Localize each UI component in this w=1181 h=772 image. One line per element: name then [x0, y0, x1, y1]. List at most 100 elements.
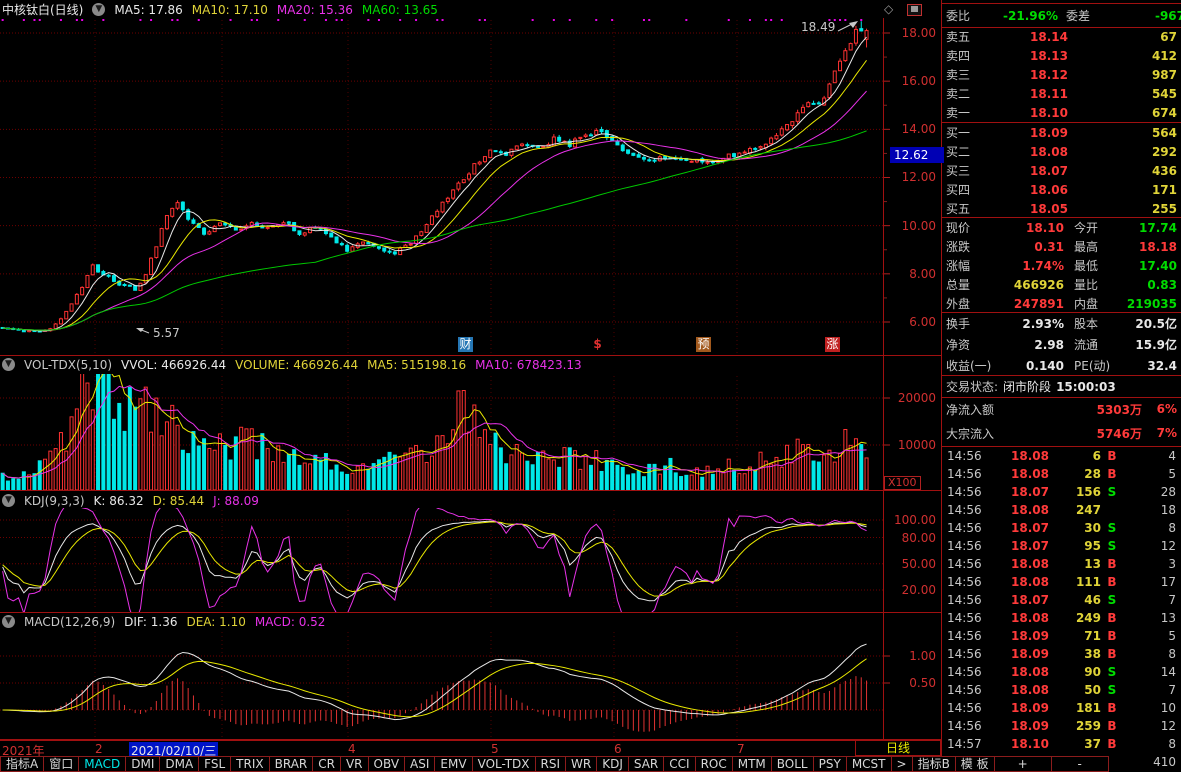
axis-price-tag: 12.62	[890, 147, 944, 163]
toolbar-item-7[interactable]: BRAR	[270, 756, 314, 772]
toolbar-item-13[interactable]: VOL-TDX	[473, 756, 536, 772]
ask-volume: 67	[1068, 30, 1177, 44]
toolbar-item-18[interactable]: CCI	[664, 756, 695, 772]
date-axis-label-3: 4	[348, 742, 356, 756]
price-axis-label: 6.00	[883, 315, 936, 329]
toolbar-item-20[interactable]: MTM	[733, 756, 772, 772]
chevron-down-icon[interactable]: ▼	[92, 3, 105, 16]
tick-price: 18.08	[987, 665, 1049, 679]
main-header-item-2: MA20: 15.36	[277, 3, 353, 17]
tick-price: 18.08	[987, 575, 1049, 589]
tick-price: 18.09	[987, 647, 1049, 661]
kdj-pane-header: ▼ KDJ(9,3,3)K: 86.32D: 85.44J: 88.09	[2, 492, 259, 509]
tick-count: 3	[1123, 557, 1176, 571]
quote-label: 内盘	[1064, 295, 1120, 312]
diamond-icon[interactable]: ◇	[884, 2, 893, 16]
tick-list[interactable]: 14:5618.086B414:5618.0828B514:5618.07156…	[942, 447, 1181, 771]
toolbar-item-17[interactable]: SAR	[629, 756, 664, 772]
toolbar-item-6[interactable]: TRIX	[231, 756, 269, 772]
tick-volume: 13	[1049, 557, 1101, 571]
tick-row: 14:5618.08249B13	[942, 609, 1181, 627]
toolbar-item-22[interactable]: PSY	[814, 756, 847, 772]
toolbar-item-15[interactable]: WR	[566, 756, 597, 772]
tick-price: 18.08	[987, 557, 1049, 571]
bid-row-2[interactable]: 买二18.08292	[942, 142, 1181, 161]
ask-row-3[interactable]: 卖三18.12987	[942, 65, 1181, 84]
tick-side: S	[1101, 665, 1123, 679]
ask-price: 18.13	[992, 49, 1068, 63]
quote-value: 0.140	[994, 359, 1064, 373]
date-axis-label-1: 2	[95, 742, 103, 756]
ask-levels: 卖五18.1467卖四18.13412卖三18.12987卖二18.11545卖…	[942, 27, 1181, 122]
tick-volume: 181	[1049, 701, 1101, 715]
toolbar-item-10[interactable]: OBV	[369, 756, 406, 772]
tick-time: 14:57	[947, 737, 987, 751]
bid-row-5[interactable]: 买五18.05255	[942, 199, 1181, 218]
bid-price: 18.06	[992, 183, 1068, 197]
tick-price: 18.07	[987, 485, 1049, 499]
toolbar-item-16[interactable]: KDJ	[597, 756, 629, 772]
macd-header-item-0: MACD(12,26,9)	[24, 615, 115, 629]
toolbar-item-21[interactable]: BOLL	[772, 756, 814, 772]
tick-volume: 71	[1049, 629, 1101, 643]
date-axis: 2021年22021/02/10/三4567	[0, 740, 941, 757]
tick-price: 18.08	[987, 503, 1049, 517]
bid-row-1[interactable]: 买一18.09564	[942, 123, 1181, 142]
bid-row-4[interactable]: 买四18.06171	[942, 180, 1181, 199]
tick-time: 14:56	[947, 647, 987, 661]
tick-time: 14:56	[947, 539, 987, 553]
toolbar-item-23[interactable]: MCST	[847, 756, 892, 772]
tick-price: 18.08	[987, 449, 1049, 463]
bid-volume: 436	[1068, 164, 1177, 178]
ask-row-1[interactable]: 卖五18.1467	[942, 27, 1181, 46]
toolbar-item-14[interactable]: RSI	[536, 756, 567, 772]
ask-row-2[interactable]: 卖四18.13412	[942, 46, 1181, 65]
toolbar-item-9[interactable]: VR	[341, 756, 369, 772]
toolbar-item-28[interactable]: -	[1052, 756, 1109, 772]
toolbar-item-25[interactable]: 指标B	[913, 756, 956, 772]
toolbar-item-24[interactable]: >	[892, 756, 913, 772]
chevron-down-icon[interactable]: ▼	[2, 358, 15, 371]
tick-side: S	[1101, 539, 1123, 553]
chart-canvas[interactable]	[0, 0, 941, 772]
toolbar-item-5[interactable]: FSL	[199, 756, 231, 772]
vol-header-item-1: VVOL: 466926.44	[121, 358, 226, 372]
ask-row-5[interactable]: 卖一18.10674	[942, 103, 1181, 122]
tick-count: 8	[1123, 521, 1176, 535]
chevron-down-icon[interactable]: ▼	[2, 615, 15, 628]
quote-details-1: 现价18.10今开17.74涨跌0.31最高18.18涨幅1.74%最低17.4…	[942, 217, 1181, 313]
tick-price: 18.09	[987, 629, 1049, 643]
toolbar-item-12[interactable]: EMV	[435, 756, 472, 772]
tick-row: 14:5618.0813B3	[942, 555, 1181, 573]
tick-row: 14:5718.1037B8	[942, 735, 1181, 753]
period-label[interactable]: 日线	[855, 740, 941, 756]
tick-volume: 28	[1049, 467, 1101, 481]
toolbar-item-11[interactable]: ASI	[405, 756, 435, 772]
tick-side: S	[1101, 521, 1123, 535]
tick-side: B	[1101, 719, 1123, 733]
toolbar-item-2[interactable]: MACD	[79, 756, 126, 772]
tick-row: 14:5618.0938B8	[942, 645, 1181, 663]
window-icon[interactable]	[907, 4, 922, 16]
toolbar-item-26[interactable]: 模 板	[956, 756, 995, 772]
bid-levels: 买一18.09564买二18.08292买三18.07436买四18.06171…	[942, 122, 1181, 218]
tick-price: 18.08	[987, 467, 1049, 481]
toolbar-item-4[interactable]: DMA	[160, 756, 199, 772]
toolbar-item-1[interactable]: 窗口	[44, 756, 79, 772]
tick-price: 18.07	[987, 539, 1049, 553]
quote-label: 收益(一)	[946, 357, 994, 374]
bid-row-3[interactable]: 买三18.07436	[942, 161, 1181, 180]
toolbar-item-19[interactable]: ROC	[696, 756, 733, 772]
quote-label: 换手	[946, 315, 994, 332]
tick-side: B	[1101, 629, 1123, 643]
tick-row: 14:5618.0828B5	[942, 465, 1181, 483]
toolbar-item-8[interactable]: CR	[313, 756, 341, 772]
chevron-down-icon[interactable]: ▼	[2, 494, 15, 507]
toolbar-item-27[interactable]: +	[995, 756, 1052, 772]
ask-row-4[interactable]: 卖二18.11545	[942, 84, 1181, 103]
toolbar-item-3[interactable]: DMI	[126, 756, 160, 772]
weicha-value: -967	[1100, 9, 1181, 23]
money-flow-row-1: 大宗流入5746万7%	[942, 421, 1181, 445]
toolbar-item-0[interactable]: 指标A	[0, 756, 44, 772]
weibi-label: 委比	[946, 7, 986, 24]
